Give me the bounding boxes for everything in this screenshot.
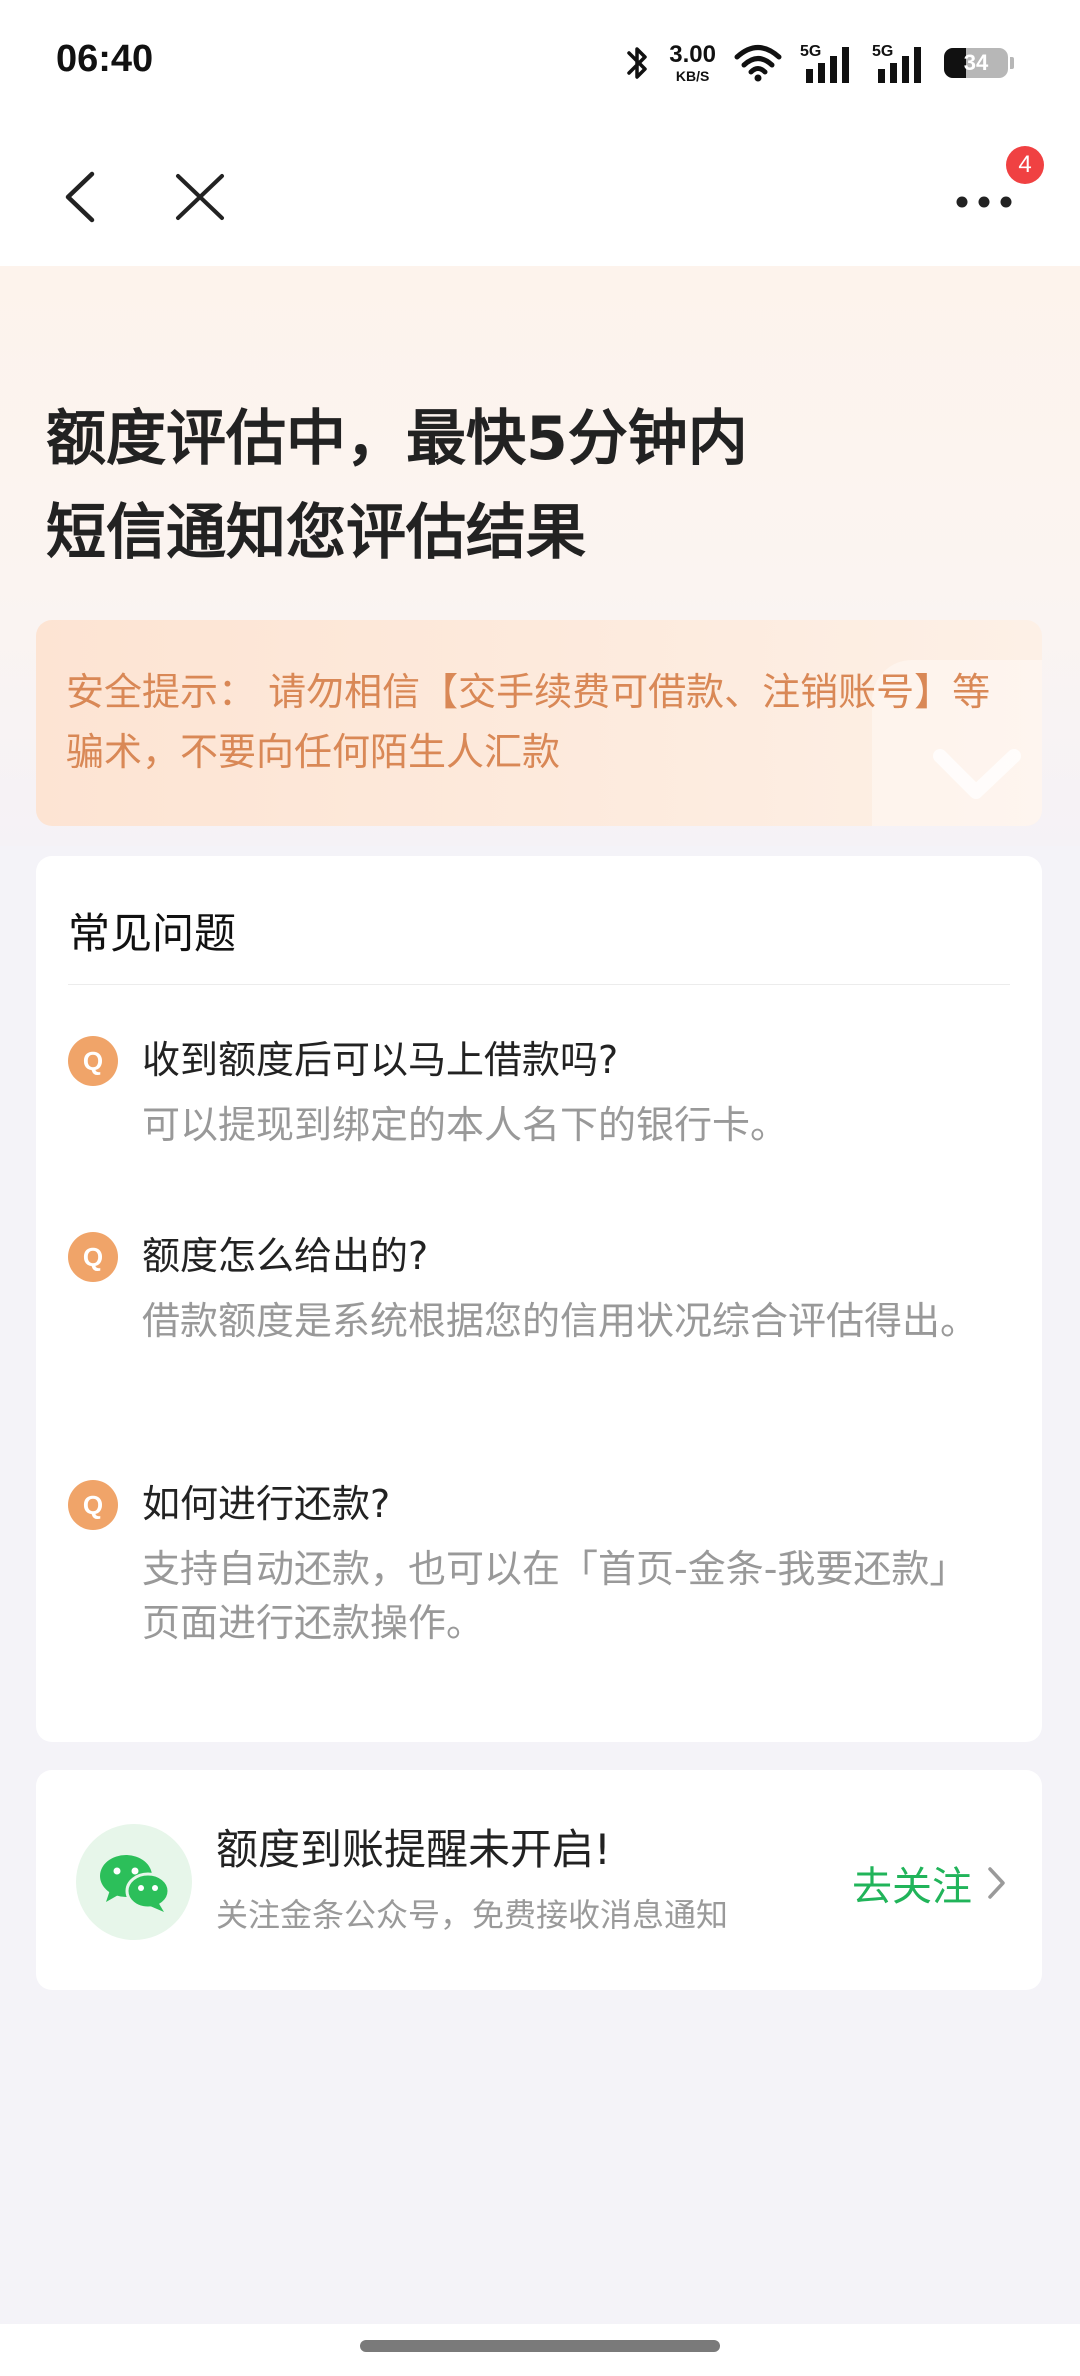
- page-title-line1: 额度评估中，最快5分钟内: [46, 404, 748, 474]
- follow-subtitle: 关注金条公众号，免费接收消息通知: [216, 1896, 729, 1934]
- notification-badge: 4: [1006, 146, 1044, 184]
- faq-answer: 支持自动还款，也可以在「首页-金条-我要还款」页面进行还款操作。: [142, 1547, 968, 1645]
- bluetooth-icon: [627, 47, 648, 79]
- hero-section: 额度评估中，最快5分钟内 短信通知您评估结果 安全提示： 请勿相信【交手续费可借…: [0, 266, 1080, 846]
- status-time: 06:40: [56, 38, 154, 80]
- faq-question: 额度怎么给出的?: [142, 1234, 429, 1278]
- battery-tip: [1010, 57, 1014, 69]
- chevron-right-icon: [988, 1867, 1005, 1899]
- signal-bars-icon: [878, 47, 921, 83]
- safety-tip-card: 安全提示： 请勿相信【交手续费可借款、注销账号】等骗术，不要向任何陌生人汇款: [36, 620, 1042, 826]
- faq-question: 收到额度后可以马上借款吗?: [142, 1038, 619, 1082]
- cellular-signal-1: 5G: [800, 43, 854, 83]
- page-title: 额度评估中，最快5分钟内 短信通知您评估结果: [46, 392, 1026, 580]
- battery-level: 34: [963, 50, 989, 75]
- faq-divider: [68, 984, 1010, 985]
- faq-question: 如何进行还款?: [142, 1482, 391, 1526]
- question-icon: Q: [68, 1036, 118, 1086]
- faq-answer: 可以提现到绑定的本人名下的银行卡。: [142, 1103, 789, 1147]
- close-button[interactable]: [168, 164, 232, 228]
- network-speed: 3.00 KB/S: [669, 41, 716, 84]
- close-icon: [176, 174, 224, 220]
- page-title-line2: 短信通知您评估结果: [46, 498, 586, 568]
- back-button[interactable]: [52, 164, 116, 228]
- network-speed-value: 3.00: [669, 41, 716, 68]
- network-speed-unit: KB/S: [675, 68, 710, 84]
- follow-button-label: 去关注: [852, 1864, 972, 1910]
- question-icon: Q: [68, 1480, 118, 1530]
- cellular-signal-2: 5G: [872, 43, 926, 83]
- follow-button[interactable]: 去关注: [852, 1854, 1008, 1912]
- battery-icon: 34: [944, 48, 1008, 78]
- chevron-left-icon: [65, 171, 95, 223]
- wechat-icon: [100, 1855, 170, 1912]
- question-icon: Q: [68, 1232, 118, 1282]
- faq-title: 常见问题: [68, 909, 237, 958]
- follow-title: 额度到账提醒未开启!: [216, 1825, 611, 1874]
- status-bar: 06:40 3.00 KB/S 5G 5G 34: [0, 0, 1080, 126]
- wechat-logo: [76, 1824, 192, 1940]
- nav-bar: 4: [0, 126, 1080, 266]
- faq-card: 常见问题 Q 收到额度后可以马上借款吗? 可以提现到绑定的本人名下的银行卡。 Q…: [36, 856, 1042, 1742]
- safety-tip-text: 安全提示： 请勿相信【交手续费可借款、注销账号】等骗术，不要向任何陌生人汇款: [66, 670, 991, 774]
- signal-bars-icon: [806, 47, 849, 83]
- home-indicator[interactable]: [360, 2340, 720, 2352]
- follow-reminder-card: 额度到账提醒未开启! 关注金条公众号，免费接收消息通知 去关注: [36, 1770, 1042, 1990]
- status-icons: 3.00 KB/S 5G 5G 34: [625, 40, 1014, 86]
- faq-answer: 借款额度是系统根据您的信用状况综合评估得出。: [142, 1299, 979, 1343]
- wifi-icon: [734, 45, 782, 82]
